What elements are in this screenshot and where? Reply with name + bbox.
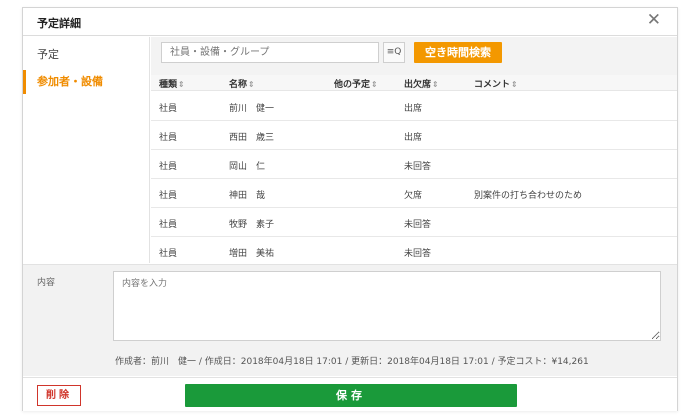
- dialog-header: 予定詳細 ✕: [23, 8, 677, 36]
- sort-icon: ⇕: [511, 80, 518, 89]
- cell-type: 社員: [159, 162, 178, 172]
- cell-type: 社員: [159, 104, 178, 114]
- schedule-meta: 作成者：前川 健一 / 作成日：2018年04月18日 17:01 / 更新日：…: [115, 357, 589, 367]
- cell-attendance: 出席: [404, 133, 423, 143]
- search-icon: ≡Q: [386, 47, 402, 57]
- cell-type: 社員: [159, 133, 178, 143]
- cell-attendance: 未回答: [404, 249, 432, 259]
- table-row[interactable]: 社員 増田 美祐 未回答: [151, 237, 677, 266]
- header-type[interactable]: 種類⇕: [159, 77, 185, 90]
- cell-comment: 別案件の打ち合わせのため: [474, 191, 583, 201]
- cell-name: 前川 健一: [229, 104, 275, 114]
- table-row[interactable]: 社員 西田 歳三 出席: [151, 121, 677, 150]
- free-time-search-button[interactable]: 空き時間検索: [414, 42, 502, 63]
- cell-name: 西田 歳三: [229, 133, 275, 143]
- dialog-title: 予定詳細: [37, 17, 81, 30]
- cell-name: 増田 美祐: [229, 249, 275, 259]
- sort-icon: ⇕: [248, 80, 255, 89]
- cell-name: 神田 哉: [229, 191, 266, 201]
- cell-attendance: 未回答: [404, 220, 432, 230]
- cell-name: 牧野 素子: [229, 220, 275, 230]
- content-section: 内容 作成者：前川 健一 / 作成日：2018年04月18日 17:01 / 更…: [23, 264, 677, 376]
- sidebar-item-schedule[interactable]: 予定: [23, 43, 150, 67]
- header-other-schedule[interactable]: 他の予定⇕: [334, 77, 378, 90]
- header-name[interactable]: 名称⇕: [229, 77, 255, 90]
- participant-toolbar: ≡Q 空き時間検索: [151, 37, 677, 75]
- cell-name: 岡山 仁: [229, 162, 266, 172]
- participant-search-input[interactable]: [161, 42, 379, 63]
- content-textarea[interactable]: [113, 271, 661, 341]
- participant-rows: 社員 前川 健一 出席 社員 西田 歳三 出席 社員 岡山 仁 未回答 社員 神…: [151, 92, 677, 266]
- table-row[interactable]: 社員 前川 健一 出席: [151, 92, 677, 121]
- content-label: 内容: [37, 278, 56, 288]
- cell-type: 社員: [159, 191, 178, 201]
- table-row[interactable]: 社員 牧野 素子 未回答: [151, 208, 677, 237]
- table-header: 種類⇕ 名称⇕ 他の予定⇕ 出欠席⇕ コメント⇕: [151, 75, 677, 91]
- schedule-detail-dialog: 予定詳細 ✕ 予定 参加者・設備 ≡Q 空き時間検索 種類⇕ 名称⇕ 他の予定⇕…: [22, 7, 678, 411]
- header-attendance[interactable]: 出欠席⇕: [404, 77, 439, 90]
- sort-icon: ⇕: [371, 80, 378, 89]
- dialog-footer: 削除 保存: [23, 377, 677, 411]
- cell-attendance: 欠席: [404, 191, 423, 201]
- cell-attendance: 出席: [404, 104, 423, 114]
- sort-icon: ⇕: [178, 80, 185, 89]
- cell-attendance: 未回答: [404, 162, 432, 172]
- header-comment[interactable]: コメント⇕: [474, 77, 518, 90]
- cell-type: 社員: [159, 220, 178, 230]
- sidebar: 予定 参加者・設備: [23, 37, 150, 263]
- close-icon[interactable]: ✕: [647, 11, 661, 29]
- save-button[interactable]: 保存: [185, 384, 517, 407]
- table-row[interactable]: 社員 岡山 仁 未回答: [151, 150, 677, 179]
- table-row[interactable]: 社員 神田 哉 欠席 別案件の打ち合わせのため: [151, 179, 677, 208]
- search-button[interactable]: ≡Q: [383, 42, 405, 63]
- cell-type: 社員: [159, 249, 178, 259]
- delete-button[interactable]: 削除: [37, 385, 81, 406]
- sidebar-item-participants[interactable]: 参加者・設備: [23, 70, 150, 94]
- sort-icon: ⇕: [432, 80, 439, 89]
- participants-panel: ≡Q 空き時間検索 種類⇕ 名称⇕ 他の予定⇕ 出欠席⇕ コメント⇕ 社員 前川…: [151, 37, 677, 266]
